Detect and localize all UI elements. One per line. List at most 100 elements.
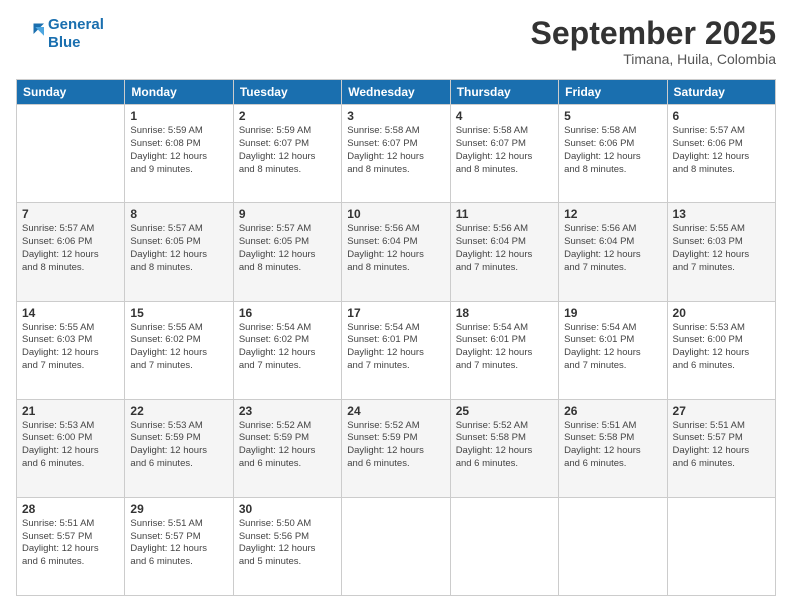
day-info: Sunrise: 5:54 AM Sunset: 6:01 PM Dayligh… [456, 322, 553, 373]
table-cell [559, 497, 667, 595]
week-row-1: 1Sunrise: 5:59 AM Sunset: 6:08 PM Daylig… [17, 105, 776, 203]
table-cell: 15 Sunrise: 5:55 AM Sunset: 6:02 PM Dayli… [125, 301, 233, 399]
col-saturday: Saturday [667, 80, 775, 105]
day-info: Sunrise: 5:51 AM Sunset: 5:57 PM Dayligh… [130, 518, 227, 569]
subtitle: Timana, Huila, Colombia [531, 51, 776, 67]
day-number: 2 [239, 109, 336, 123]
page: General Blue September 2025 Timana, Huil… [0, 0, 792, 612]
logo: General Blue [16, 16, 104, 52]
day-info: Sunrise: 5:56 AM Sunset: 6:04 PM Dayligh… [564, 223, 661, 274]
day-number: 25 [456, 404, 553, 418]
day-info: Sunrise: 5:58 AM Sunset: 6:07 PM Dayligh… [456, 125, 553, 176]
table-cell: 25Sunrise: 5:52 AM Sunset: 5:58 PM Dayli… [450, 399, 558, 497]
day-number: 28 [22, 502, 119, 516]
table-cell: 16 Sunrise: 5:54 AM Sunset: 6:02 PM Dayli… [233, 301, 341, 399]
calendar-header-row: Sunday Monday Tuesday Wednesday Thursday… [17, 80, 776, 105]
week-row-4: 21 Sunrise: 5:53 AM Sunset: 6:00 PM Dayli… [17, 399, 776, 497]
day-info: Sunrise: 5:59 AM Sunset: 6:07 PM Dayligh… [239, 125, 336, 176]
table-cell: 30 Sunrise: 5:50 AM Sunset: 5:56 PM Dayli… [233, 497, 341, 595]
week-row-2: 7 Sunrise: 5:57 AM Sunset: 6:06 PM Daylig… [17, 203, 776, 301]
day-info: Sunrise: 5:50 AM Sunset: 5:56 PM Dayligh… [239, 518, 336, 569]
day-info: Sunrise: 5:51 AM Sunset: 5:57 PM Dayligh… [22, 518, 119, 569]
table-cell: 26Sunrise: 5:51 AM Sunset: 5:58 PM Dayli… [559, 399, 667, 497]
day-number: 29 [130, 502, 227, 516]
col-sunday: Sunday [17, 80, 125, 105]
day-info: Sunrise: 5:53 AM Sunset: 6:00 PM Dayligh… [22, 420, 119, 471]
table-cell: 5 Sunrise: 5:58 AM Sunset: 6:06 PM Daylig… [559, 105, 667, 203]
logo-icon [16, 20, 44, 48]
day-info: Sunrise: 5:56 AM Sunset: 6:04 PM Dayligh… [347, 223, 444, 274]
table-cell: 27 Sunrise: 5:51 AM Sunset: 5:57 PM Dayli… [667, 399, 775, 497]
day-number: 1 [130, 109, 227, 123]
day-number: 4 [456, 109, 553, 123]
day-number: 16 [239, 306, 336, 320]
table-cell: 7 Sunrise: 5:57 AM Sunset: 6:06 PM Daylig… [17, 203, 125, 301]
day-info: Sunrise: 5:57 AM Sunset: 6:05 PM Dayligh… [130, 223, 227, 274]
day-number: 12 [564, 207, 661, 221]
day-number: 11 [456, 207, 553, 221]
day-info: Sunrise: 5:57 AM Sunset: 6:06 PM Dayligh… [22, 223, 119, 274]
table-cell: 1Sunrise: 5:59 AM Sunset: 6:08 PM Daylig… [125, 105, 233, 203]
day-info: Sunrise: 5:58 AM Sunset: 6:06 PM Dayligh… [564, 125, 661, 176]
day-number: 9 [239, 207, 336, 221]
title-block: September 2025 Timana, Huila, Colombia [531, 16, 776, 67]
table-cell: 23Sunrise: 5:52 AM Sunset: 5:59 PM Dayli… [233, 399, 341, 497]
table-cell: 22Sunrise: 5:53 AM Sunset: 5:59 PM Dayli… [125, 399, 233, 497]
day-info: Sunrise: 5:54 AM Sunset: 6:02 PM Dayligh… [239, 322, 336, 373]
day-number: 19 [564, 306, 661, 320]
table-cell: 17Sunrise: 5:54 AM Sunset: 6:01 PM Dayli… [342, 301, 450, 399]
day-info: Sunrise: 5:55 AM Sunset: 6:03 PM Dayligh… [673, 223, 770, 274]
day-info: Sunrise: 5:51 AM Sunset: 5:57 PM Dayligh… [673, 420, 770, 471]
table-cell: 24Sunrise: 5:52 AM Sunset: 5:59 PM Dayli… [342, 399, 450, 497]
day-info: Sunrise: 5:55 AM Sunset: 6:03 PM Dayligh… [22, 322, 119, 373]
logo-line2: Blue [48, 34, 81, 51]
day-info: Sunrise: 5:52 AM Sunset: 5:59 PM Dayligh… [347, 420, 444, 471]
table-cell: 2 Sunrise: 5:59 AM Sunset: 6:07 PM Daylig… [233, 105, 341, 203]
table-cell [450, 497, 558, 595]
col-thursday: Thursday [450, 80, 558, 105]
logo-text: General Blue [48, 16, 104, 52]
table-cell: 12 Sunrise: 5:56 AM Sunset: 6:04 PM Dayli… [559, 203, 667, 301]
day-info: Sunrise: 5:54 AM Sunset: 6:01 PM Dayligh… [347, 322, 444, 373]
header: General Blue September 2025 Timana, Huil… [16, 16, 776, 67]
day-info: Sunrise: 5:53 AM Sunset: 6:00 PM Dayligh… [673, 322, 770, 373]
day-number: 6 [673, 109, 770, 123]
day-number: 23 [239, 404, 336, 418]
table-cell: 4 Sunrise: 5:58 AM Sunset: 6:07 PM Daylig… [450, 105, 558, 203]
calendar-table: Sunday Monday Tuesday Wednesday Thursday… [16, 79, 776, 596]
table-cell: 9 Sunrise: 5:57 AM Sunset: 6:05 PM Daylig… [233, 203, 341, 301]
day-info: Sunrise: 5:55 AM Sunset: 6:02 PM Dayligh… [130, 322, 227, 373]
col-friday: Friday [559, 80, 667, 105]
table-cell: 29 Sunrise: 5:51 AM Sunset: 5:57 PM Dayli… [125, 497, 233, 595]
day-number: 8 [130, 207, 227, 221]
table-cell: 10 Sunrise: 5:56 AM Sunset: 6:04 PM Dayli… [342, 203, 450, 301]
day-number: 3 [347, 109, 444, 123]
day-number: 14 [22, 306, 119, 320]
day-number: 27 [673, 404, 770, 418]
table-cell: 3 Sunrise: 5:58 AM Sunset: 6:07 PM Daylig… [342, 105, 450, 203]
table-cell: 28 Sunrise: 5:51 AM Sunset: 5:57 PM Dayli… [17, 497, 125, 595]
day-info: Sunrise: 5:58 AM Sunset: 6:07 PM Dayligh… [347, 125, 444, 176]
day-number: 26 [564, 404, 661, 418]
day-number: 21 [22, 404, 119, 418]
day-info: Sunrise: 5:57 AM Sunset: 6:05 PM Dayligh… [239, 223, 336, 274]
day-number: 15 [130, 306, 227, 320]
month-title: September 2025 [531, 16, 776, 51]
day-number: 30 [239, 502, 336, 516]
day-info: Sunrise: 5:56 AM Sunset: 6:04 PM Dayligh… [456, 223, 553, 274]
week-row-3: 14 Sunrise: 5:55 AM Sunset: 6:03 PM Dayli… [17, 301, 776, 399]
week-row-5: 28 Sunrise: 5:51 AM Sunset: 5:57 PM Dayli… [17, 497, 776, 595]
table-cell [667, 497, 775, 595]
day-number: 10 [347, 207, 444, 221]
table-cell: 19 Sunrise: 5:54 AM Sunset: 6:01 PM Dayli… [559, 301, 667, 399]
table-cell: 11 Sunrise: 5:56 AM Sunset: 6:04 PM Dayli… [450, 203, 558, 301]
day-number: 7 [22, 207, 119, 221]
day-number: 5 [564, 109, 661, 123]
day-number: 18 [456, 306, 553, 320]
logo-line1: General [48, 16, 104, 33]
day-number: 13 [673, 207, 770, 221]
day-info: Sunrise: 5:54 AM Sunset: 6:01 PM Dayligh… [564, 322, 661, 373]
table-cell: 20Sunrise: 5:53 AM Sunset: 6:00 PM Dayli… [667, 301, 775, 399]
day-number: 22 [130, 404, 227, 418]
col-monday: Monday [125, 80, 233, 105]
